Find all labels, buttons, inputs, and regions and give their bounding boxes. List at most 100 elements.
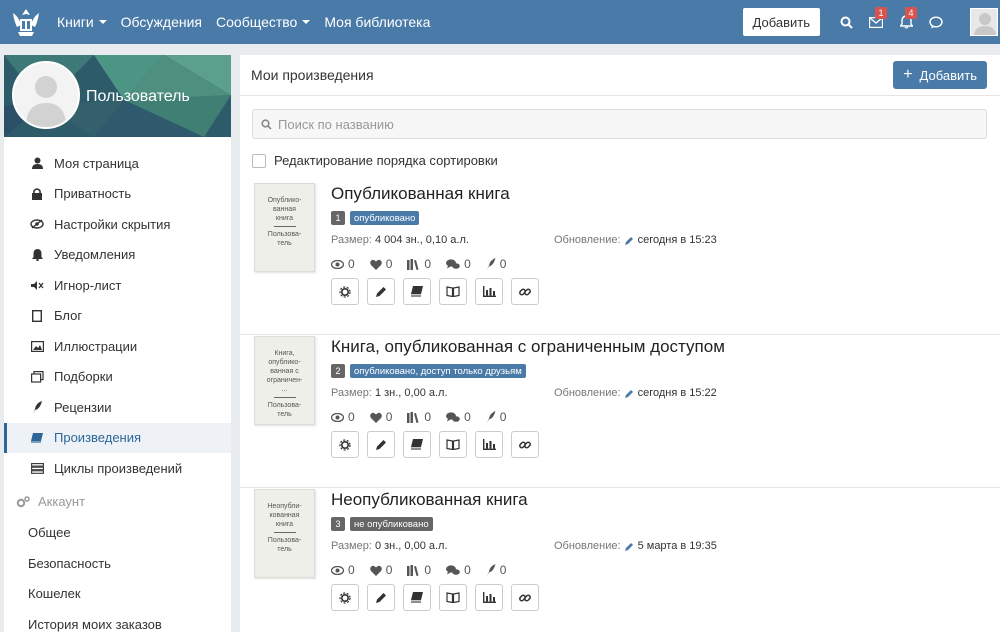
pencil-icon xyxy=(375,287,386,297)
sidebar-item-label: Иллюстрации xyxy=(54,338,138,354)
status-badge: не опубликовано xyxy=(350,517,433,531)
book-icon xyxy=(30,431,44,445)
sidebar-item-label: Циклы произведений xyxy=(54,460,183,476)
sidebar-item-security[interactable]: Безопасность xyxy=(4,548,231,579)
read-button[interactable] xyxy=(439,278,467,305)
sidebar-item-label: Блог xyxy=(54,308,83,324)
likes-count: 0 xyxy=(385,410,393,424)
settings-icon xyxy=(339,591,351,604)
eye-icon xyxy=(331,565,344,575)
sidebar-item-label: Уведомления xyxy=(54,247,136,263)
book-number-badge: 3 xyxy=(331,517,345,531)
sidebar-item-hide-settings[interactable]: Настройки скрытия xyxy=(4,209,231,240)
book-title[interactable]: Книга, опубликованная с ограниченным дос… xyxy=(331,337,725,357)
views-count: 0 xyxy=(348,257,355,271)
book-editor-button[interactable] xyxy=(403,278,431,305)
updated-value: 5 марта в 19:35 xyxy=(637,540,717,552)
bell-icon[interactable]: 4 xyxy=(898,7,917,30)
search-input[interactable]: Поиск по названию xyxy=(252,109,987,139)
edit-button[interactable] xyxy=(367,584,395,611)
sidebar-item-works[interactable]: Произведения xyxy=(4,422,231,453)
add-work-button[interactable]: + Добавить xyxy=(893,61,987,89)
size-value: 1 зн., 0,00 а.л. xyxy=(374,387,448,399)
sidebar-item-label: Настройки скрытия xyxy=(54,216,171,232)
sidebar-item-ignore-list[interactable]: Игнор-лист xyxy=(4,270,231,301)
settings-button[interactable] xyxy=(331,278,359,305)
likes-stat: 0 xyxy=(369,410,393,424)
likes-stat: 0 xyxy=(369,563,392,577)
comments-count: 0 xyxy=(464,563,471,577)
read-button[interactable] xyxy=(439,584,467,611)
link-button[interactable] xyxy=(511,584,539,611)
book-title[interactable]: Неопубликованная книга xyxy=(331,490,528,510)
book-cover[interactable]: Книга, опублико-ванная с ограничен-... Пол… xyxy=(254,336,315,425)
sort-order-toggle[interactable]: Редактирование порядка сортировки xyxy=(252,153,498,168)
book-number-badge: 2 xyxy=(331,364,345,378)
comments-icon xyxy=(446,258,460,269)
book-stats: 0 0 0 0 0 xyxy=(331,563,521,577)
book-editor-button[interactable] xyxy=(403,584,431,611)
likes-count: 0 xyxy=(385,257,393,271)
sidebar-item-reviews[interactable]: Рецензии xyxy=(4,392,231,423)
sort-order-checkbox[interactable] xyxy=(252,153,266,168)
sidebar-item-series[interactable]: Циклы произведений xyxy=(4,453,231,484)
cover-author: Пользова-тель xyxy=(255,401,314,419)
comments-stat: 0 xyxy=(446,257,471,271)
profile-name[interactable]: Пользователь xyxy=(86,88,190,106)
sidebar-item-collections[interactable]: Подборки xyxy=(4,362,231,393)
link-button[interactable] xyxy=(511,431,539,458)
book-cover[interactable]: Неопубли-кованная книга Пользова-тель xyxy=(254,489,315,578)
book-editor-button[interactable] xyxy=(403,431,431,458)
views-stat: 0 xyxy=(331,563,355,577)
user-avatar[interactable] xyxy=(970,8,998,36)
quill-icon xyxy=(486,411,496,423)
book-title[interactable]: Опубликованная книга xyxy=(331,184,510,204)
cover-title-line: кованная xyxy=(269,512,300,519)
sidebar-item-wallet[interactable]: Кошелек xyxy=(4,579,231,610)
nav-community[interactable]: Сообщество xyxy=(216,14,311,30)
chat-icon[interactable] xyxy=(928,14,944,30)
link-button[interactable] xyxy=(511,278,539,305)
sidebar-item-order-history[interactable]: История моих заказов xyxy=(4,609,231,632)
settings-button[interactable] xyxy=(331,584,359,611)
nav-add-button[interactable]: Добавить xyxy=(742,8,820,36)
nav-books[interactable]: Книги xyxy=(57,14,107,30)
sidebar-item-general[interactable]: Общее xyxy=(4,518,231,549)
sidebar-item-blog[interactable]: Блог xyxy=(4,301,231,332)
eye-slash-icon xyxy=(30,217,44,231)
envelope-icon[interactable]: 1 xyxy=(868,7,887,30)
nav-my-library[interactable]: Моя библиотека xyxy=(324,14,430,30)
comments-icon xyxy=(446,564,460,575)
cover-author-line: Пользова- xyxy=(267,402,302,409)
cover-author-line: Пользова- xyxy=(267,231,302,238)
comments-stat: 0 xyxy=(446,410,471,424)
sort-order-label: Редактирование порядка сортировки xyxy=(274,153,498,168)
settings-button[interactable] xyxy=(331,431,359,458)
edit-button[interactable] xyxy=(367,278,395,305)
nav-discussions[interactable]: Обсуждения xyxy=(121,14,202,30)
eye-icon xyxy=(331,259,344,269)
size-value: 4 004 зн., 0,10 а.л. xyxy=(374,234,469,246)
search-icon[interactable] xyxy=(838,14,854,30)
sidebar-item-notifications[interactable]: Уведомления xyxy=(4,240,231,271)
sidebar-item-privacy[interactable]: Приватность xyxy=(4,179,231,210)
heart-icon xyxy=(369,259,382,270)
nav-my-library-label: Моя библиотека xyxy=(324,14,431,30)
site-logo[interactable] xyxy=(9,5,43,39)
edit-button[interactable] xyxy=(367,431,395,458)
book-stats: 0 0 0 0 0 xyxy=(331,257,521,271)
book-number-badge: 1 xyxy=(331,211,345,225)
sidebar-item-label: Моя страница xyxy=(54,155,139,171)
stats-button[interactable] xyxy=(475,278,503,305)
reviews-stat: 0 xyxy=(486,257,506,271)
read-button[interactable] xyxy=(439,431,467,458)
book-updated: Обновление: сегодня в 15:23 xyxy=(554,234,717,246)
stats-button[interactable] xyxy=(475,584,503,611)
sidebar-item-illustrations[interactable]: Иллюстрации xyxy=(4,331,231,362)
book-actions xyxy=(331,278,547,305)
book-cover[interactable]: Опублико-ванная книга Пользова-тель xyxy=(254,183,315,272)
sidebar-item-my-page[interactable]: Моя страница xyxy=(4,148,231,179)
mute-icon xyxy=(30,278,44,292)
profile-avatar[interactable] xyxy=(12,61,80,129)
stats-button[interactable] xyxy=(475,431,503,458)
